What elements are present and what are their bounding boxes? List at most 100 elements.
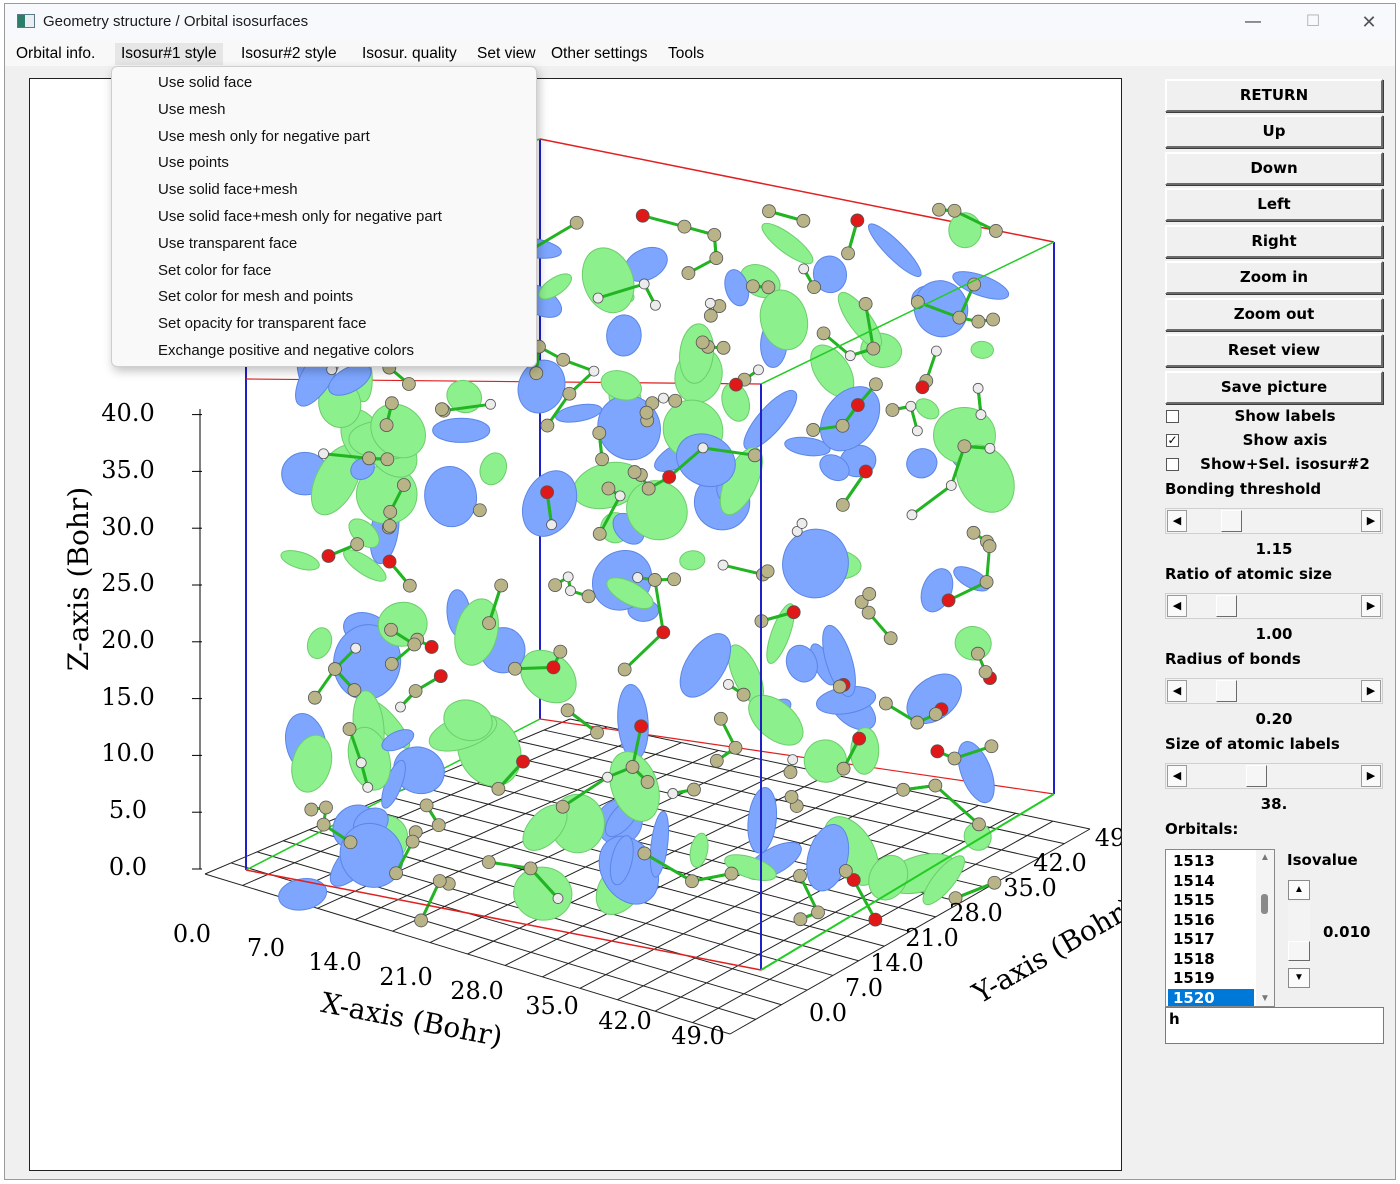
menu-option-transparent-face[interactable]: Use transparent face <box>112 231 536 258</box>
orbital-list-item[interactable]: 1517 <box>1168 930 1254 950</box>
orbital-list-item[interactable]: 1516 <box>1168 911 1254 931</box>
menu-option-exchange-colors[interactable]: Exchange positive and negative colors <box>112 338 536 365</box>
menu-option-face-color[interactable]: Set color for face <box>112 258 536 285</box>
carbon-atom <box>540 418 555 433</box>
negative-lobe <box>782 528 849 599</box>
carbon-atom <box>761 280 776 295</box>
z-tick-label: 5.0 <box>109 796 147 824</box>
slider-thumb[interactable] <box>1216 595 1237 617</box>
y-tick-label: 28.0 <box>949 899 1002 927</box>
orbital-list-item[interactable]: 1513 <box>1168 852 1254 872</box>
carbon-atom <box>581 589 596 604</box>
show-labels-checkbox[interactable]: Show labels <box>1165 407 1385 429</box>
bond-radius-slider[interactable]: ◀ ▶ <box>1165 678 1383 704</box>
atomic-label-size-slider[interactable]: ◀ ▶ <box>1165 763 1383 789</box>
y-tick-label: 35.0 <box>1003 874 1056 902</box>
scroll-down-icon[interactable]: ▼ <box>1260 993 1270 1004</box>
negative-lobe <box>432 417 491 443</box>
slider-thumb[interactable] <box>1221 510 1242 532</box>
orbital-list[interactable]: 1513 1514 1515 1516 1517 1518 1519 1520 … <box>1165 849 1275 1007</box>
carbon-atom <box>555 799 570 814</box>
menu-option-solid-face-mesh[interactable]: Use solid face+mesh <box>112 177 536 204</box>
menu-isosur-quality[interactable]: Isosur. quality <box>356 43 463 65</box>
carbon-atom <box>648 573 662 587</box>
menu-option-opacity[interactable]: Set opacity for transparent face <box>112 311 536 338</box>
carbon-atom <box>494 578 509 593</box>
scroll-left-icon[interactable]: ◀ <box>1167 680 1187 702</box>
scroll-left-icon[interactable]: ◀ <box>1167 765 1187 787</box>
menu-option-mesh-negative[interactable]: Use mesh only for negative part <box>112 124 536 151</box>
left-button[interactable]: Left <box>1165 188 1383 221</box>
scroll-left-icon[interactable]: ◀ <box>1167 595 1187 617</box>
menu-other-settings[interactable]: Other settings <box>545 43 654 65</box>
orbital-list-item[interactable]: 1518 <box>1168 950 1254 970</box>
menu-option-points[interactable]: Use points <box>112 150 536 177</box>
orbital-list-item[interactable]: 1515 <box>1168 891 1254 911</box>
hydrogen-atom <box>592 292 604 304</box>
scroll-right-icon[interactable]: ▶ <box>1361 595 1381 617</box>
scroll-up-icon[interactable]: ▲ <box>1260 852 1270 863</box>
down-button[interactable]: Down <box>1165 152 1383 185</box>
orbital-list-item[interactable]: 1519 <box>1168 969 1254 989</box>
scroll-right-icon[interactable]: ▶ <box>1361 510 1381 532</box>
isovalue-scroll-track[interactable] <box>1288 902 1310 974</box>
menu-tools[interactable]: Tools <box>662 43 710 65</box>
checkbox-box-checked[interactable]: ✓ <box>1166 434 1179 447</box>
carbon-atom <box>868 377 883 392</box>
scroll-left-icon[interactable]: ◀ <box>1167 510 1187 532</box>
checkbox-box[interactable] <box>1166 410 1179 423</box>
bonding-threshold-value: 1.15 <box>1255 540 1293 558</box>
carbon-atom <box>989 224 1003 238</box>
title-bar: Geometry structure / Orbital isosurfaces… <box>5 4 1395 40</box>
menu-isosur1-style[interactable]: Isosur#1 style <box>115 43 223 65</box>
close-button[interactable]: ✕ <box>1343 6 1395 38</box>
menu-bar: Orbital info. Isosur#1 style Isosur#2 st… <box>5 40 1395 66</box>
menu-isosur2-style[interactable]: Isosur#2 style <box>235 43 343 65</box>
show-sel-isosur2-checkbox[interactable]: Show+Sel. isosur#2 <box>1165 455 1385 477</box>
negative-lobe <box>747 787 778 854</box>
carbon-atom <box>419 798 434 813</box>
menu-option-solid-face-mesh-negative[interactable]: Use solid face+mesh only for negative pa… <box>112 204 536 231</box>
carbon-atom <box>382 518 397 533</box>
orbital-text-input[interactable]: h <box>1165 1007 1384 1044</box>
maximize-button[interactable]: ☐ <box>1287 6 1339 38</box>
carbon-atom <box>316 817 331 832</box>
orbital-list-item-selected[interactable]: 1520 <box>1168 988 1254 1006</box>
slider-thumb[interactable] <box>1246 765 1267 787</box>
minimize-button[interactable]: — <box>1227 6 1279 38</box>
menu-set-view[interactable]: Set view <box>471 43 542 65</box>
reset-view-button[interactable]: Reset view <box>1165 334 1383 367</box>
x-tick-label: 42.0 <box>598 1007 651 1035</box>
scroll-right-icon[interactable]: ▶ <box>1361 680 1381 702</box>
checkbox-box[interactable] <box>1166 458 1179 471</box>
z-tick-label: 15.0 <box>101 683 154 711</box>
scroll-right-icon[interactable]: ▶ <box>1361 765 1381 787</box>
menu-option-mesh[interactable]: Use mesh <box>112 97 536 124</box>
right-button[interactable]: Right <box>1165 225 1383 258</box>
carbon-atom <box>736 687 751 702</box>
carbon-atom <box>947 203 962 218</box>
bonding-threshold-slider[interactable]: ◀ ▶ <box>1165 508 1383 534</box>
z-tick-label: 40.0 <box>101 399 154 427</box>
menu-option-solid-face[interactable]: Use solid face <box>112 70 536 97</box>
scroll-thumb[interactable] <box>1261 894 1268 914</box>
isovalue-down-icon[interactable]: ▼ <box>1288 968 1310 988</box>
menu-option-mesh-points-color[interactable]: Set color for mesh and points <box>112 284 536 311</box>
save-picture-button[interactable]: Save picture <box>1165 371 1383 404</box>
menu-orbital-info[interactable]: Orbital info. <box>10 43 101 65</box>
atomic-size-ratio-slider[interactable]: ◀ ▶ <box>1165 593 1383 619</box>
carbon-atom <box>414 913 429 928</box>
zoom-out-button[interactable]: Zoom out <box>1165 298 1383 331</box>
isovalue-scroll-thumb[interactable] <box>1288 941 1310 961</box>
orbital-list-scrollbar[interactable]: ▲ ▼ <box>1256 850 1274 1006</box>
hydrogen-atom <box>930 345 942 357</box>
carbon-atom <box>966 525 981 540</box>
show-axis-checkbox[interactable]: ✓ Show axis <box>1165 431 1385 453</box>
up-button[interactable]: Up <box>1165 115 1383 148</box>
orbital-list-item[interactable]: 1514 <box>1168 872 1254 892</box>
return-button[interactable]: RETURN <box>1165 79 1383 112</box>
carbon-atom <box>783 765 798 780</box>
isovalue-up-icon[interactable]: ▲ <box>1288 880 1310 900</box>
slider-thumb[interactable] <box>1216 680 1237 702</box>
zoom-in-button[interactable]: Zoom in <box>1165 261 1383 294</box>
